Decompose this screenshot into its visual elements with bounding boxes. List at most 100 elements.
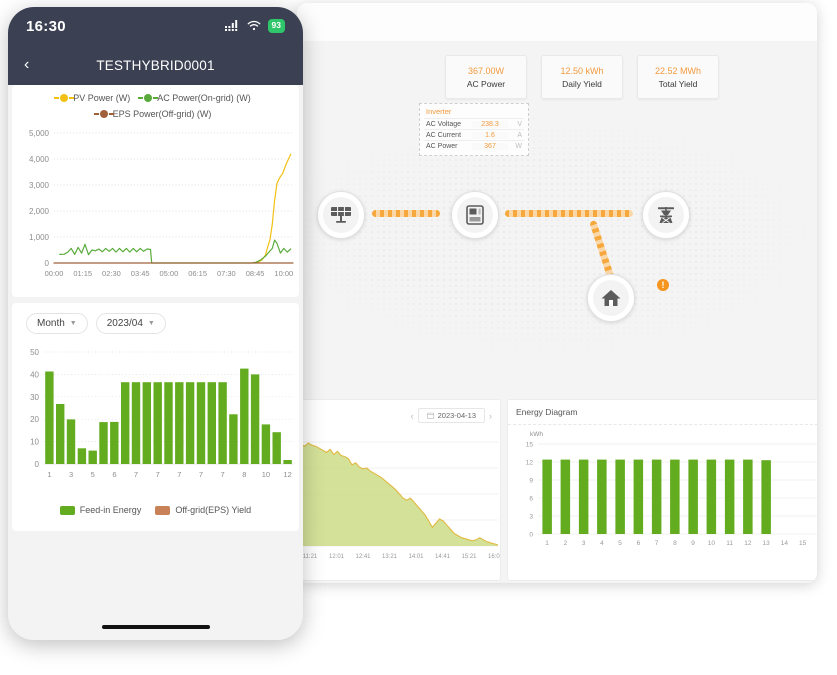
phone-nav-bar: ‹ TESTHYBRID0001	[8, 45, 303, 85]
line-series-group	[53, 153, 294, 264]
inverter-param-name: AC Voltage	[426, 120, 462, 128]
period-type-dropdown[interactable]: Month ▼	[26, 313, 88, 334]
chevron-right-icon[interactable]: ›	[489, 411, 492, 421]
energy-chart-legend: Feed-in Energy Off-grid(EPS) Yield	[12, 505, 299, 515]
legend-marker	[138, 94, 159, 102]
svg-text:6: 6	[637, 540, 641, 547]
svg-text:1: 1	[545, 540, 549, 547]
legend-item-ac-power-ongrid[interactable]: AC Power(On-grid) (W)	[138, 93, 251, 103]
battery-badge: 93	[267, 19, 285, 33]
desktop-window-titlebar	[297, 3, 817, 42]
svg-text:30: 30	[30, 393, 39, 402]
svg-text:12:01: 12:01	[329, 554, 345, 560]
svg-text:0: 0	[35, 460, 40, 469]
svg-text:13:21: 13:21	[382, 554, 398, 560]
inverter-info-box: Inverter AC Voltage 238.3 V AC Current 1…	[419, 103, 529, 156]
legend-label: AC Power(On-grid) (W)	[157, 93, 251, 103]
stat-label: AC Power	[466, 78, 506, 89]
diagram-node-inverter[interactable]	[451, 191, 499, 239]
date-input[interactable]: 2023-04-13	[417, 408, 485, 423]
energy-chart-card: Month ▼ 2023/04 ▼ 0 10 20 30 40 50 1 3 5 6 7 7 7 7 7 8…	[12, 303, 299, 531]
diagram-node-home[interactable]	[587, 274, 635, 322]
svg-text:10: 10	[30, 438, 39, 447]
chevron-left-icon[interactable]: ‹	[411, 411, 414, 421]
svg-text:5: 5	[618, 540, 622, 547]
svg-text:2,000: 2,000	[29, 207, 50, 216]
svg-text:16:01: 16:01	[488, 554, 500, 560]
stat-card-daily-yield[interactable]: 12.50 kWh Daily Yield	[541, 55, 623, 99]
svg-text:0: 0	[45, 259, 50, 268]
legend-item-pv-power[interactable]: PV Power (W)	[54, 93, 130, 103]
inverter-param-value: 367	[472, 142, 508, 150]
svg-text:7: 7	[177, 470, 181, 479]
alert-exclamation-icon[interactable]: !	[657, 279, 669, 291]
svg-text:6: 6	[529, 496, 533, 503]
inverter-param-value: 1.6	[472, 131, 508, 139]
svg-text:03:45: 03:45	[131, 269, 150, 278]
svg-text:12: 12	[526, 460, 534, 467]
legend-label: Off-grid(EPS) Yield	[175, 505, 252, 515]
inverter-param-name: AC Power	[426, 142, 458, 150]
svg-text:11:21: 11:21	[303, 554, 318, 560]
inverter-row-ac-power: AC Power 367 W	[424, 140, 524, 151]
monthly-energy-bar-chart: 0 10 20 30 40 50 1 3 5 6 7 7 7 7 7 8 10 12	[30, 348, 293, 479]
inverter-row-ac-voltage: AC Voltage 238.3 V	[424, 118, 524, 129]
mobile-phone-mockup: 16:30 93 ‹ TESTHYBRID0001 PV Power (W) A…	[8, 7, 303, 640]
svg-text:3: 3	[529, 514, 533, 521]
daily-power-area-chart: 11:21 12:01 12:41 13:21 14:01 14:41 15:21 16:01	[302, 441, 500, 560]
svg-text:6: 6	[112, 470, 116, 479]
svg-text:7: 7	[655, 540, 659, 547]
svg-text:12:41: 12:41	[355, 554, 371, 560]
svg-text:13: 13	[762, 540, 770, 547]
power-tower-icon	[648, 197, 684, 233]
bar-series	[542, 459, 771, 534]
svg-text:2: 2	[564, 540, 568, 547]
x-axis-tick-labels: 1 2 3 4 5 6 7 8 9 10 11 12 13 14 15 16	[545, 540, 807, 547]
energy-diagram-panel: Energy Diagram kWh 0 3 6 9 12 15 1 2 3 4 5 6 7 8 9 10 1…	[507, 399, 817, 581]
stat-value: 12.50 kWh	[560, 65, 604, 76]
legend-item-eps-power-offgrid[interactable]: EPS Power(Off-grid) (W)	[93, 109, 212, 119]
svg-text:5,000: 5,000	[29, 129, 50, 138]
legend-label: EPS Power(Off-grid) (W)	[112, 109, 212, 119]
stat-card-total-yield[interactable]: 22.52 MWh Total Yield	[637, 55, 719, 99]
diagram-node-solar-panel[interactable]	[317, 191, 365, 239]
y-axis-tick-labels: 0 3 6 9 12 15	[526, 442, 534, 539]
svg-text:1: 1	[47, 470, 51, 479]
x-axis-tick-labels: 11:21 12:01 12:41 13:21 14:01 14:41 15:21 16:01	[303, 554, 500, 560]
y-axis-tick-labels: 0 1,000 2,000 3,000 4,000 5,000	[29, 129, 50, 268]
svg-text:15: 15	[799, 540, 807, 547]
legend-item-offgrid-eps-yield[interactable]: Off-grid(EPS) Yield	[155, 505, 251, 515]
inverter-icon	[457, 197, 493, 233]
svg-text:3: 3	[582, 540, 586, 547]
date-picker[interactable]: ‹ 2023-04-13 ›	[411, 408, 492, 423]
power-line-chart: 0 1,000 2,000 3,000 4,000 5,000 00:00 01:15 02:…	[29, 129, 294, 278]
inverter-param-unit: W	[515, 142, 522, 150]
period-date-dropdown[interactable]: 2023/04 ▼	[95, 313, 166, 334]
svg-text:7: 7	[156, 470, 160, 479]
panel-title: Energy Diagram	[516, 407, 578, 417]
wifi-icon	[247, 21, 260, 31]
diagram-node-grid-tower[interactable]	[642, 191, 690, 239]
battery-level: 93	[271, 20, 281, 31]
svg-text:7: 7	[199, 470, 203, 479]
stat-label: Total Yield	[658, 78, 698, 89]
chevron-left-icon[interactable]: ‹	[24, 57, 29, 73]
phone-status-bar: 16:30 93	[8, 7, 303, 45]
svg-text:01:15: 01:15	[73, 269, 92, 278]
y-axis-unit-label: kWh	[530, 431, 543, 438]
svg-text:9: 9	[529, 478, 533, 485]
inverter-box-title: Inverter	[426, 107, 452, 116]
panel-divider	[508, 424, 817, 425]
svg-text:15: 15	[526, 442, 534, 449]
svg-text:02:30: 02:30	[102, 269, 121, 278]
stat-label: Daily Yield	[562, 78, 602, 89]
svg-text:14: 14	[781, 540, 789, 547]
calendar-icon	[426, 412, 434, 419]
legend-marker	[155, 505, 171, 515]
legend-marker	[59, 505, 75, 515]
period-type-value: Month	[37, 318, 65, 329]
legend-item-feedin-energy[interactable]: Feed-in Energy	[59, 505, 141, 515]
stat-value: 367.00W	[467, 65, 505, 76]
stat-card-ac-power[interactable]: 367.00W AC Power	[445, 55, 527, 99]
chevron-down-icon: ▼	[69, 320, 77, 327]
